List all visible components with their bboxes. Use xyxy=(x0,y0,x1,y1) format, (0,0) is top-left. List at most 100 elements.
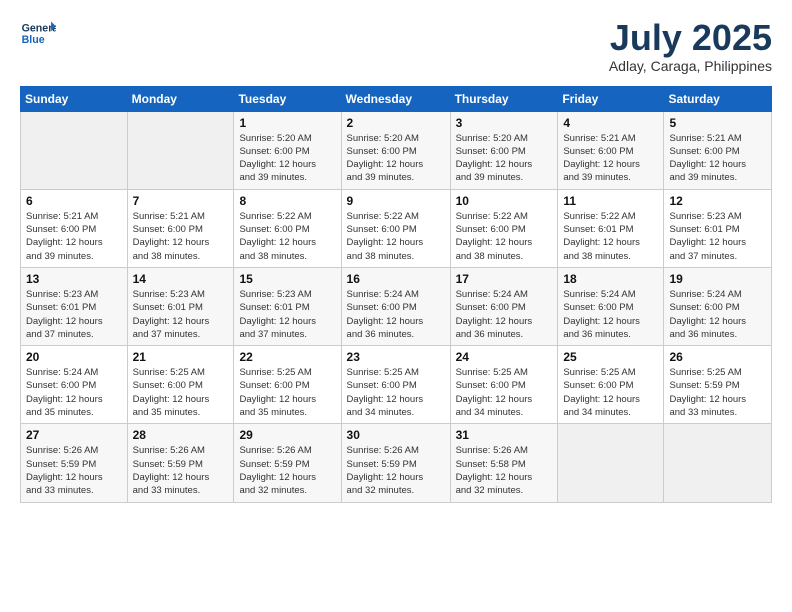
day-info: Sunrise: 5:22 AM Sunset: 6:00 PM Dayligh… xyxy=(456,210,553,263)
day-number: 30 xyxy=(347,428,445,442)
calendar-cell: 27Sunrise: 5:26 AM Sunset: 5:59 PM Dayli… xyxy=(21,424,128,502)
month-title: July 2025 xyxy=(609,18,772,58)
day-number: 3 xyxy=(456,116,553,130)
calendar-cell: 4 Sunrise: 5:21 AM Sunset: 6:00 PM Daylig… xyxy=(558,111,664,189)
day-number: 15 xyxy=(239,272,335,286)
day-info: Sunrise: 5:20 AM Sunset: 6:00 PM Dayligh… xyxy=(347,132,445,185)
week-row-2: 6 Sunrise: 5:21 AM Sunset: 6:00 PM Daylig… xyxy=(21,189,772,267)
day-info: Sunrise: 5:24 AM Sunset: 6:00 PM Dayligh… xyxy=(563,288,658,341)
day-number: 2 xyxy=(347,116,445,130)
calendar-cell: 11 Sunrise: 5:22 AM Sunset: 6:01 PM Dayli… xyxy=(558,189,664,267)
calendar-cell: 5 Sunrise: 5:21 AM Sunset: 6:00 PM Daylig… xyxy=(664,111,772,189)
calendar-cell: 24 Sunrise: 5:25 AM Sunset: 6:00 PM Dayli… xyxy=(450,346,558,424)
svg-text:General: General xyxy=(22,22,56,34)
day-info: Sunrise: 5:21 AM Sunset: 6:00 PM Dayligh… xyxy=(26,210,122,263)
day-number: 1 xyxy=(239,116,335,130)
calendar-cell: 2 Sunrise: 5:20 AM Sunset: 6:00 PM Daylig… xyxy=(341,111,450,189)
day-number: 16 xyxy=(347,272,445,286)
day-number: 28 xyxy=(133,428,229,442)
calendar-cell: 8 Sunrise: 5:22 AM Sunset: 6:00 PM Daylig… xyxy=(234,189,341,267)
day-info: Sunrise: 5:21 AM Sunset: 6:00 PM Dayligh… xyxy=(563,132,658,185)
calendar-cell: 21 Sunrise: 5:25 AM Sunset: 6:00 PM Dayli… xyxy=(127,346,234,424)
day-info: Sunrise: 5:24 AM Sunset: 6:00 PM Dayligh… xyxy=(26,366,122,419)
day-number: 12 xyxy=(669,194,766,208)
calendar-cell: 17 Sunrise: 5:24 AM Sunset: 6:00 PM Dayli… xyxy=(450,267,558,345)
week-row-3: 13Sunrise: 5:23 AM Sunset: 6:01 PM Dayli… xyxy=(21,267,772,345)
day-number: 4 xyxy=(563,116,658,130)
calendar-cell: 19 Sunrise: 5:24 AM Sunset: 6:00 PM Dayli… xyxy=(664,267,772,345)
day-number: 22 xyxy=(239,350,335,364)
day-info: Sunrise: 5:26 AM Sunset: 5:59 PM Dayligh… xyxy=(26,444,122,497)
header: General Blue July 2025 Adlay, Caraga, Ph… xyxy=(20,18,772,74)
day-info: Sunrise: 5:23 AM Sunset: 6:01 PM Dayligh… xyxy=(133,288,229,341)
calendar-cell xyxy=(127,111,234,189)
day-number: 25 xyxy=(563,350,658,364)
calendar-cell: 6 Sunrise: 5:21 AM Sunset: 6:00 PM Daylig… xyxy=(21,189,128,267)
calendar-cell: 29Sunrise: 5:26 AM Sunset: 5:59 PM Dayli… xyxy=(234,424,341,502)
calendar-table: SundayMondayTuesdayWednesdayThursdayFrid… xyxy=(20,86,772,503)
weekday-header-thursday: Thursday xyxy=(450,86,558,111)
day-info: Sunrise: 5:25 AM Sunset: 5:59 PM Dayligh… xyxy=(669,366,766,419)
calendar-cell: 18 Sunrise: 5:24 AM Sunset: 6:00 PM Dayli… xyxy=(558,267,664,345)
day-number: 24 xyxy=(456,350,553,364)
calendar-cell: 26 Sunrise: 5:25 AM Sunset: 5:59 PM Dayli… xyxy=(664,346,772,424)
calendar-cell: 10 Sunrise: 5:22 AM Sunset: 6:00 PM Dayli… xyxy=(450,189,558,267)
day-number: 9 xyxy=(347,194,445,208)
day-info: Sunrise: 5:24 AM Sunset: 6:00 PM Dayligh… xyxy=(456,288,553,341)
calendar-cell: 12 Sunrise: 5:23 AM Sunset: 6:01 PM Dayli… xyxy=(664,189,772,267)
day-number: 26 xyxy=(669,350,766,364)
weekday-header-wednesday: Wednesday xyxy=(341,86,450,111)
calendar-cell: 28 Sunrise: 5:26 AM Sunset: 5:59 PM Dayli… xyxy=(127,424,234,502)
logo-icon: General Blue xyxy=(20,18,56,48)
weekday-header-tuesday: Tuesday xyxy=(234,86,341,111)
svg-text:Blue: Blue xyxy=(22,34,45,46)
day-info: Sunrise: 5:21 AM Sunset: 6:00 PM Dayligh… xyxy=(669,132,766,185)
calendar-cell: 23Sunrise: 5:25 AM Sunset: 6:00 PM Dayli… xyxy=(341,346,450,424)
day-number: 18 xyxy=(563,272,658,286)
calendar-cell: 22Sunrise: 5:25 AM Sunset: 6:00 PM Dayli… xyxy=(234,346,341,424)
calendar-cell xyxy=(21,111,128,189)
day-number: 8 xyxy=(239,194,335,208)
day-number: 5 xyxy=(669,116,766,130)
calendar-cell: 15Sunrise: 5:23 AM Sunset: 6:01 PM Dayli… xyxy=(234,267,341,345)
week-row-1: 1 Sunrise: 5:20 AM Sunset: 6:00 PM Daylig… xyxy=(21,111,772,189)
day-number: 29 xyxy=(239,428,335,442)
calendar-cell: 7 Sunrise: 5:21 AM Sunset: 6:00 PM Daylig… xyxy=(127,189,234,267)
calendar-cell: 25 Sunrise: 5:25 AM Sunset: 6:00 PM Dayli… xyxy=(558,346,664,424)
weekday-header-monday: Monday xyxy=(127,86,234,111)
calendar-cell: 31Sunrise: 5:26 AM Sunset: 5:58 PM Dayli… xyxy=(450,424,558,502)
day-info: Sunrise: 5:26 AM Sunset: 5:59 PM Dayligh… xyxy=(133,444,229,497)
day-info: Sunrise: 5:25 AM Sunset: 6:00 PM Dayligh… xyxy=(133,366,229,419)
day-number: 14 xyxy=(133,272,229,286)
day-number: 7 xyxy=(133,194,229,208)
calendar-cell: 3Sunrise: 5:20 AM Sunset: 6:00 PM Daylig… xyxy=(450,111,558,189)
day-number: 6 xyxy=(26,194,122,208)
calendar-cell: 16Sunrise: 5:24 AM Sunset: 6:00 PM Dayli… xyxy=(341,267,450,345)
calendar-cell: 14 Sunrise: 5:23 AM Sunset: 6:01 PM Dayli… xyxy=(127,267,234,345)
day-info: Sunrise: 5:22 AM Sunset: 6:01 PM Dayligh… xyxy=(563,210,658,263)
day-info: Sunrise: 5:24 AM Sunset: 6:00 PM Dayligh… xyxy=(669,288,766,341)
day-number: 21 xyxy=(133,350,229,364)
day-info: Sunrise: 5:22 AM Sunset: 6:00 PM Dayligh… xyxy=(347,210,445,263)
page: General Blue July 2025 Adlay, Caraga, Ph… xyxy=(0,0,792,521)
day-info: Sunrise: 5:25 AM Sunset: 6:00 PM Dayligh… xyxy=(563,366,658,419)
day-info: Sunrise: 5:20 AM Sunset: 6:00 PM Dayligh… xyxy=(239,132,335,185)
day-info: Sunrise: 5:23 AM Sunset: 6:01 PM Dayligh… xyxy=(669,210,766,263)
day-number: 17 xyxy=(456,272,553,286)
calendar-cell: 20 Sunrise: 5:24 AM Sunset: 6:00 PM Dayli… xyxy=(21,346,128,424)
day-info: Sunrise: 5:25 AM Sunset: 6:00 PM Dayligh… xyxy=(456,366,553,419)
title-block: July 2025 Adlay, Caraga, Philippines xyxy=(609,18,772,74)
day-number: 11 xyxy=(563,194,658,208)
day-number: 20 xyxy=(26,350,122,364)
week-row-4: 20 Sunrise: 5:24 AM Sunset: 6:00 PM Dayli… xyxy=(21,346,772,424)
calendar-cell xyxy=(558,424,664,502)
calendar-cell: 9 Sunrise: 5:22 AM Sunset: 6:00 PM Daylig… xyxy=(341,189,450,267)
day-info: Sunrise: 5:26 AM Sunset: 5:59 PM Dayligh… xyxy=(347,444,445,497)
day-number: 10 xyxy=(456,194,553,208)
day-info: Sunrise: 5:22 AM Sunset: 6:00 PM Dayligh… xyxy=(239,210,335,263)
day-number: 19 xyxy=(669,272,766,286)
day-number: 23 xyxy=(347,350,445,364)
location: Adlay, Caraga, Philippines xyxy=(609,58,772,74)
weekday-header-sunday: Sunday xyxy=(21,86,128,111)
day-info: Sunrise: 5:21 AM Sunset: 6:00 PM Dayligh… xyxy=(133,210,229,263)
